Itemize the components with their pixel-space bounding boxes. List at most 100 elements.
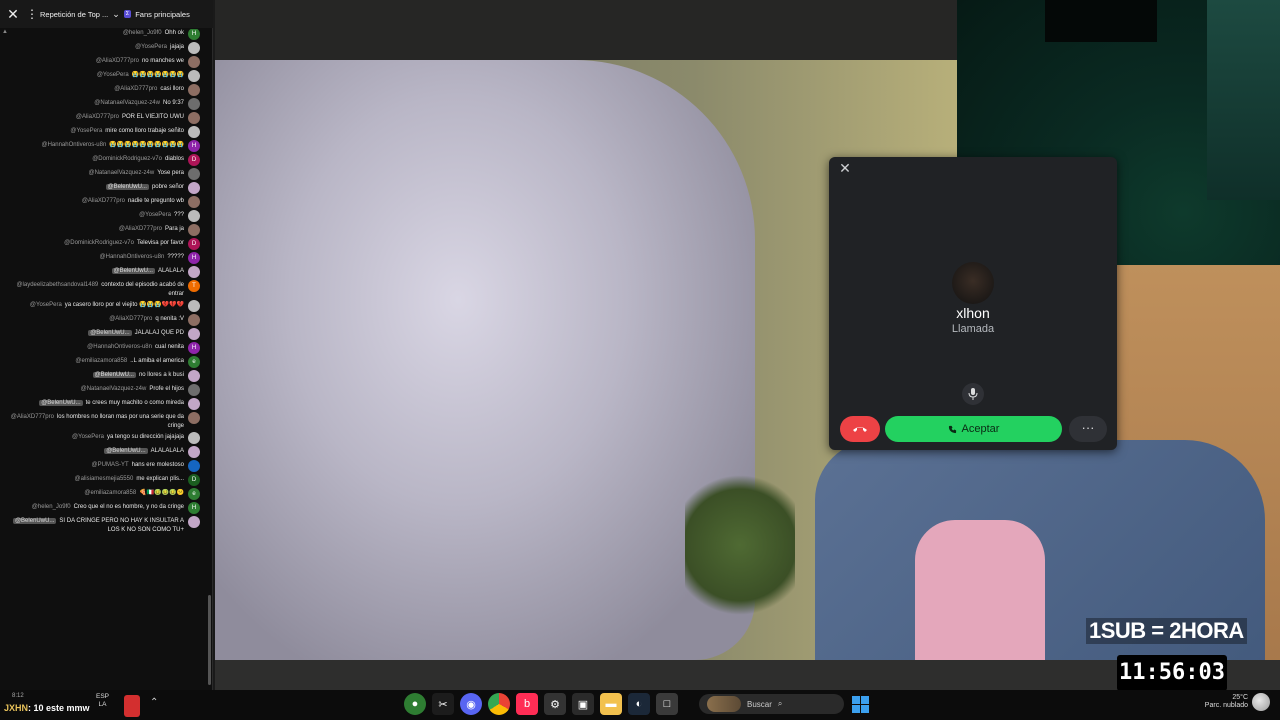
chat-author[interactable]: @BelenUwU...	[92, 372, 136, 378]
chat-author[interactable]: @DominickRodriguez-v7o	[92, 156, 162, 162]
chat-author[interactable]: @emiliazamora858	[75, 358, 127, 364]
close-icon[interactable]: ✕	[838, 161, 852, 175]
taskbar-search[interactable]: Buscar ⌕	[699, 694, 844, 714]
file-explorer-icon[interactable]: ▬	[600, 693, 622, 715]
chat-author[interactable]: @YosePera	[135, 44, 167, 50]
chat-author[interactable]: @helen_Jo9f0	[123, 30, 162, 36]
avatar[interactable]	[188, 300, 200, 312]
chat-author[interactable]: @AliaXD777pro	[11, 414, 54, 420]
scrollbar-thumb[interactable]	[208, 595, 211, 685]
avatar[interactable]: H	[188, 140, 200, 152]
mic-icon[interactable]	[962, 383, 984, 405]
window-app-icon[interactable]: □	[656, 693, 678, 715]
avatar[interactable]	[188, 70, 200, 82]
avatar[interactable]	[188, 182, 200, 194]
chrome-icon[interactable]	[488, 693, 510, 715]
kebab-menu-icon[interactable]: ⋮	[26, 7, 38, 21]
avatar[interactable]: e	[188, 356, 200, 368]
avatar[interactable]	[188, 168, 200, 180]
chat-author[interactable]: @BelenUwU...	[88, 330, 132, 336]
avatar[interactable]: T	[188, 280, 200, 292]
chat-author[interactable]: @emiliazamora858	[84, 490, 136, 496]
avatar[interactable]	[188, 196, 200, 208]
chat-author[interactable]: @AliaXD777pro	[119, 226, 162, 232]
language-indicator[interactable]: ESP LA	[96, 693, 109, 709]
chat-author[interactable]: @DominickRodriguez-v7o	[64, 240, 134, 246]
avatar[interactable]: e	[188, 488, 200, 500]
avatar[interactable]	[188, 84, 200, 96]
avatar[interactable]	[188, 314, 200, 326]
discord-icon[interactable]: ◉	[460, 693, 482, 715]
avatar[interactable]: D	[188, 154, 200, 166]
more-options-button[interactable]: ···	[1069, 416, 1107, 442]
avatar[interactable]	[188, 516, 200, 528]
chat-author[interactable]: @AliaXD777pro	[96, 58, 139, 64]
chat-author[interactable]: @PUMAS-YT	[92, 462, 129, 468]
chat-author[interactable]: @YosePera	[72, 434, 104, 440]
close-icon[interactable]: ✕	[4, 6, 22, 23]
obs-icon[interactable]: ●	[404, 693, 426, 715]
avatar[interactable]: H	[188, 342, 200, 354]
windows-start-icon[interactable]	[852, 696, 869, 713]
settings-app-icon[interactable]: ⚙	[544, 693, 566, 715]
mic-icon[interactable]	[124, 695, 140, 717]
avatar[interactable]	[188, 370, 200, 382]
avatar[interactable]	[188, 384, 200, 396]
steam-icon[interactable]: ◐	[628, 693, 650, 715]
chat-author[interactable]: @BelenUwU...	[111, 268, 155, 274]
avatar[interactable]	[188, 42, 200, 54]
chat-author[interactable]: @YosePera	[139, 212, 171, 218]
chat-author[interactable]: @AliaXD777pro	[114, 86, 157, 92]
avatar[interactable]: H	[188, 29, 200, 40]
avatar[interactable]	[188, 224, 200, 236]
avatar[interactable]	[188, 446, 200, 458]
chat-message-body: @BelenUwU... no llores a k busi	[92, 371, 184, 380]
chat-author[interactable]: @YosePera	[70, 128, 102, 134]
chat-author[interactable]: @HannahOntiveros-u8n	[87, 344, 152, 350]
chat-author[interactable]: @AliaXD777pro	[82, 198, 125, 204]
chat-author[interactable]: @YosePera	[97, 72, 129, 78]
chat-author[interactable]: @AliaXD777pro	[109, 316, 152, 322]
chevron-down-icon[interactable]: ⌄	[112, 9, 120, 20]
avatar[interactable]	[188, 98, 200, 110]
chat-author[interactable]: @BelenUwU...	[12, 518, 57, 524]
avatar[interactable]: D	[188, 238, 200, 250]
video-editor-icon[interactable]: b	[516, 693, 538, 715]
chevron-up-icon[interactable]: ⌃	[150, 697, 158, 708]
avatar[interactable]: H	[188, 502, 200, 514]
avatar[interactable]	[188, 460, 200, 472]
avatar[interactable]	[188, 266, 200, 278]
avatar[interactable]	[188, 56, 200, 68]
chat-author[interactable]: @HannahOntiveros-u8n	[100, 254, 165, 260]
avatar[interactable]: D	[188, 474, 200, 486]
avatar[interactable]	[188, 412, 200, 424]
chat-author[interactable]: @YosePera	[30, 302, 62, 308]
chat-message-list[interactable]: @helen_Jo9f0 Ohh ok H @YosePera jajaja @AliaX…	[0, 29, 206, 689]
avatar[interactable]	[188, 398, 200, 410]
chat-title[interactable]: Repetición de Top ...	[40, 10, 108, 19]
chat-author[interactable]: @NatanaelVazquez-z4w	[81, 386, 147, 392]
chat-author[interactable]: @NatanaelVazquez-z4w	[94, 100, 160, 106]
chat-author[interactable]: @AliaXD777pro	[76, 114, 119, 120]
avatar[interactable]	[188, 112, 200, 124]
chat-author[interactable]: @laydeelizabethsandoval1489	[16, 282, 98, 288]
decline-call-button[interactable]	[840, 416, 880, 442]
capcut-icon[interactable]: ✂	[432, 693, 454, 715]
avatar[interactable]	[188, 328, 200, 340]
chat-message-body: @DominickRodriguez-v7o Televisa por favor	[64, 239, 184, 248]
avatar[interactable]	[188, 432, 200, 444]
accept-call-button[interactable]: Aceptar	[885, 416, 1062, 442]
chat-author[interactable]: @BelenUwU...	[39, 400, 83, 406]
chat-author[interactable]: @BelenUwU...	[104, 448, 148, 454]
chat-scrollbar[interactable]	[207, 30, 212, 685]
avatar[interactable]	[188, 210, 200, 222]
chat-author[interactable]: @alisiamesmejia5550	[75, 476, 134, 482]
avatar[interactable]: H	[188, 252, 200, 264]
chat-author[interactable]: @HannahOntiveros-u8n	[41, 142, 106, 148]
avatar[interactable]	[188, 126, 200, 138]
chat-author[interactable]: @BelenUwU...	[105, 184, 149, 190]
monitor-app-icon[interactable]: ▣	[572, 693, 594, 715]
chat-author[interactable]: @NatanaelVazquez-z4w	[89, 170, 155, 176]
weather-widget[interactable]: 25°C Parc. nublado	[1200, 694, 1248, 710]
chat-author[interactable]: @helen_Jo9f0	[32, 504, 71, 510]
